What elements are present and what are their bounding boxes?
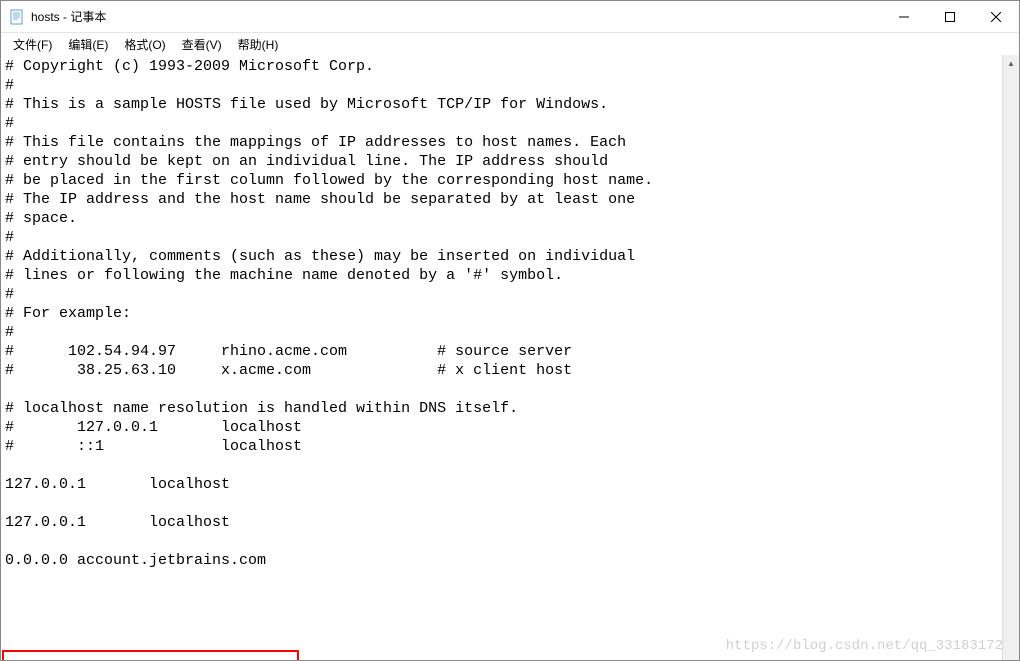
menubar: 文件(F) 编辑(E) 格式(O) 查看(V) 帮助(H) bbox=[1, 33, 1019, 55]
window-controls bbox=[881, 1, 1019, 32]
window-title: hosts - 记事本 bbox=[31, 8, 881, 25]
editor-container: # Copyright (c) 1993-2009 Microsoft Corp… bbox=[1, 55, 1019, 660]
close-button[interactable] bbox=[973, 1, 1019, 32]
maximize-button[interactable] bbox=[927, 1, 973, 32]
titlebar: hosts - 记事本 bbox=[1, 1, 1019, 33]
menu-edit[interactable]: 编辑(E) bbox=[60, 34, 116, 55]
menu-view[interactable]: 查看(V) bbox=[174, 34, 230, 55]
scroll-up-arrow[interactable]: ▲ bbox=[1003, 55, 1019, 72]
menu-help[interactable]: 帮助(H) bbox=[230, 34, 287, 55]
notepad-icon bbox=[9, 9, 25, 25]
menu-file[interactable]: 文件(F) bbox=[5, 34, 60, 55]
vertical-scrollbar[interactable]: ▲ bbox=[1002, 55, 1019, 660]
menu-format[interactable]: 格式(O) bbox=[116, 34, 173, 55]
minimize-button[interactable] bbox=[881, 1, 927, 32]
text-editor[interactable]: # Copyright (c) 1993-2009 Microsoft Corp… bbox=[1, 55, 1019, 660]
